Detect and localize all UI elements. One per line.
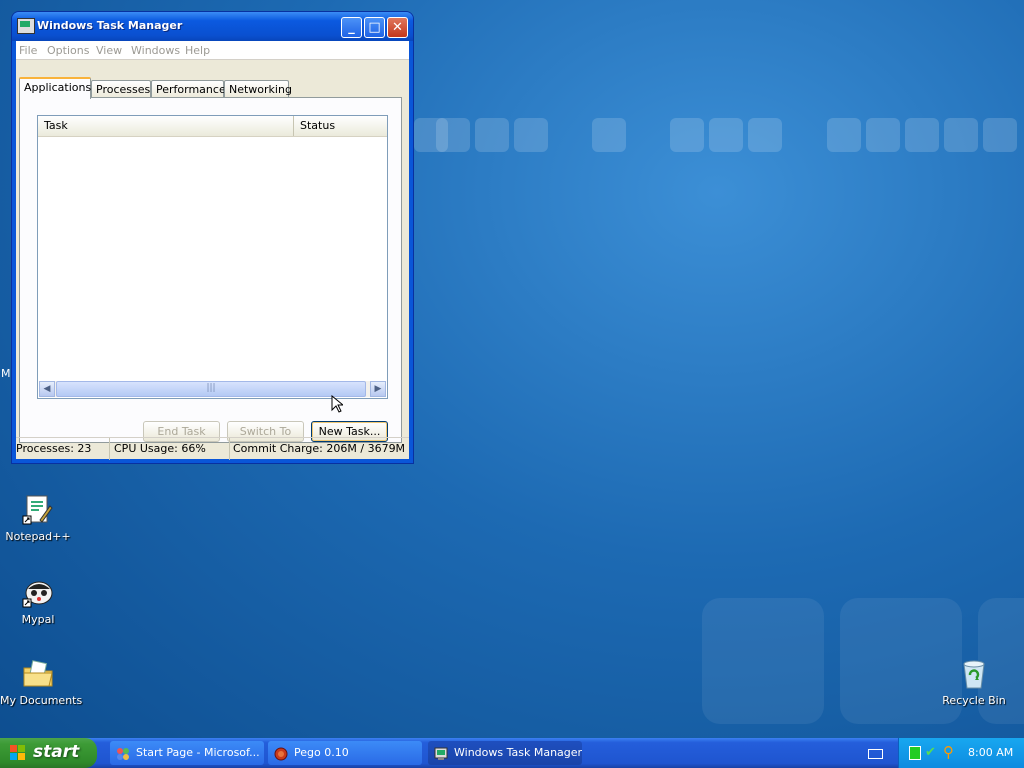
scrollbar-thumb[interactable]: ||| <box>56 381 366 397</box>
pego-icon <box>274 746 288 761</box>
security-shield-icon[interactable]: ✔ <box>925 745 936 760</box>
tab-applications[interactable]: Applications <box>19 77 91 99</box>
menu-windows[interactable]: Windows <box>131 44 180 57</box>
tab-networking[interactable]: Networking <box>224 80 292 98</box>
menu-help[interactable]: Help <box>185 44 210 57</box>
keyboard-icon[interactable] <box>868 749 883 759</box>
maximize-button[interactable]: □ <box>364 17 385 38</box>
menu-bar: File Options View Windows Help <box>16 41 409 60</box>
taskbar-item-label: Pego 0.10 <box>294 746 349 759</box>
desktop-icon-notepadpp[interactable]: Notepad++ <box>0 494 76 543</box>
recycle-bin-icon <box>958 658 990 690</box>
status-processes: Processes: 23 <box>16 438 110 460</box>
scroll-left-button[interactable]: ◀ <box>39 381 55 397</box>
network-status-icon[interactable] <box>909 746 921 760</box>
desktop-icon-mypal[interactable]: Mypal <box>0 577 76 626</box>
status-bar: Processes: 23 CPU Usage: 66% Commit Char… <box>16 437 409 460</box>
taskbar-item-start-page[interactable]: Start Page - Microsof... <box>110 741 264 765</box>
desktop-partial-label: M <box>1 367 11 380</box>
menu-file[interactable]: File <box>19 44 37 57</box>
start-button[interactable]: start <box>0 738 97 768</box>
desktop-icon-recycle-bin[interactable]: Recycle Bin <box>936 658 1012 707</box>
close-button[interactable]: ✕ <box>387 17 408 38</box>
mypal-icon <box>22 577 54 609</box>
minimize-icon: _ <box>348 20 355 35</box>
desktop-icon-label: Recycle Bin <box>942 694 1006 707</box>
windows-logo-icon <box>10 745 26 761</box>
tab-performance[interactable]: Performance <box>151 80 226 98</box>
taskbar-item-label: Start Page - Microsof... <box>136 746 260 759</box>
status-cpu-usage: CPU Usage: 66% <box>110 438 230 460</box>
column-status[interactable]: Status <box>294 116 387 136</box>
title-bar[interactable]: Windows Task Manager _ □ ✕ <box>12 12 413 41</box>
task-manager-icon <box>17 18 35 34</box>
desktop-icon-label: My Documents <box>0 694 83 707</box>
clock[interactable]: 8:00 AM <box>968 746 1013 759</box>
column-task[interactable]: Task <box>38 116 294 136</box>
menu-options[interactable]: Options <box>47 44 89 57</box>
applications-panel: Task Status ◀ ||| ▶ End Task Switch To N… <box>19 97 402 443</box>
close-icon: ✕ <box>392 20 403 35</box>
task-list[interactable]: Task Status ◀ ||| ▶ <box>37 115 388 399</box>
search-icon[interactable]: ⚲ <box>943 743 954 761</box>
desktop-icon-label: Notepad++ <box>5 530 71 543</box>
tab-processes[interactable]: Processes <box>91 80 151 98</box>
maximize-icon: □ <box>368 20 381 35</box>
desktop-icon-label: Mypal <box>21 613 55 626</box>
system-tray: ✔ ⚲ 8:00 AM <box>898 738 1024 768</box>
window-client-area: File Options View Windows Help Applicati… <box>16 41 409 460</box>
browser-icon <box>116 746 130 760</box>
start-label: start <box>33 742 80 762</box>
taskbar-item-task-manager[interactable]: Windows Task Manager <box>428 741 582 765</box>
task-manager-icon <box>434 746 448 760</box>
notepadpp-icon <box>22 494 54 526</box>
status-commit-charge: Commit Charge: 206M / 3679M <box>233 442 406 455</box>
folder-documents-icon <box>22 658 54 690</box>
taskbar: start Start Page - Microsof... Pego 0.10… <box>0 738 1024 768</box>
scroll-right-button[interactable]: ▶ <box>370 381 386 397</box>
desktop-icon-my-documents[interactable]: My Documents <box>0 658 83 707</box>
window-title: Windows Task Manager <box>37 19 183 32</box>
minimize-button[interactable]: _ <box>341 17 362 38</box>
mouse-cursor <box>331 394 345 416</box>
taskbar-item-label: Windows Task Manager <box>454 746 582 759</box>
task-manager-window[interactable]: Windows Task Manager _ □ ✕ File Options … <box>12 12 413 463</box>
taskbar-item-pego[interactable]: Pego 0.10 <box>268 741 422 765</box>
menu-view[interactable]: View <box>96 44 122 57</box>
task-list-header: Task Status <box>38 116 387 137</box>
